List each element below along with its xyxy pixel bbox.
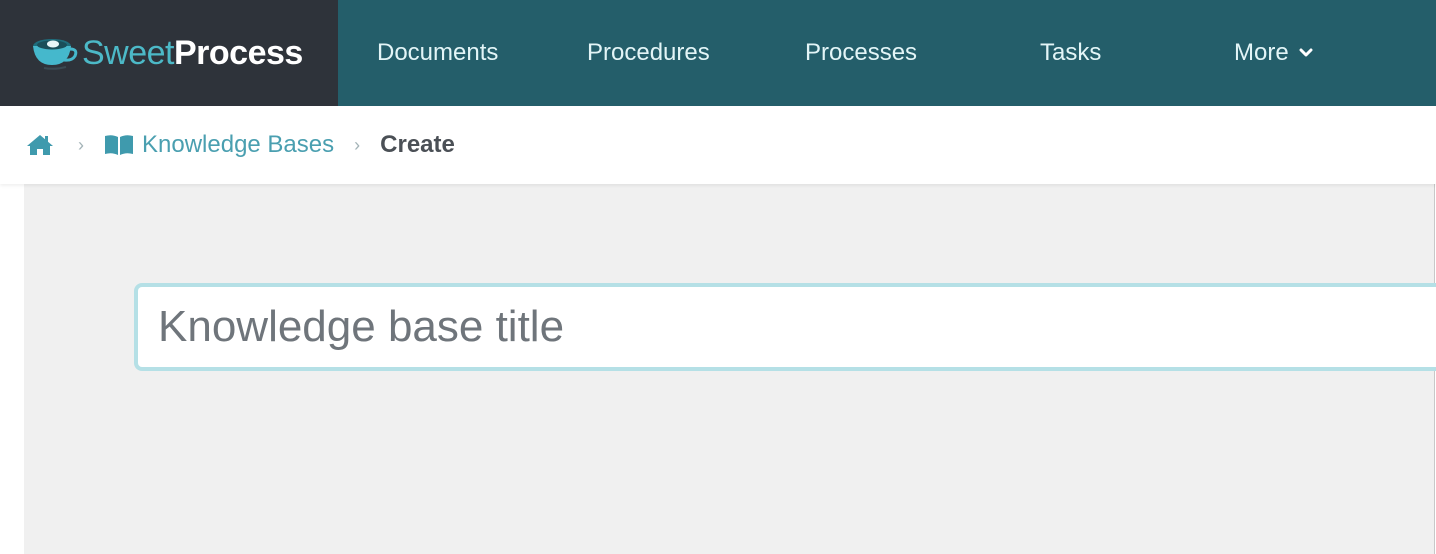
breadcrumb-knowledge-bases-label: Knowledge Bases [142,131,335,158]
nav-item-documents[interactable]: Documents [377,0,498,106]
brand-logo[interactable]: SweetProcess [0,0,338,106]
home-icon[interactable] [26,133,54,157]
breadcrumb-current: Create [380,131,455,158]
chevron-down-icon [1299,48,1313,57]
breadcrumb-separator: › [78,134,84,155]
brand-name-second: Process [174,34,303,72]
main-content [24,184,1436,554]
nav-item-procedures[interactable]: Procedures [587,0,710,106]
knowledge-base-title-input[interactable] [134,283,1436,371]
brand-name-first: Sweet [82,34,175,72]
top-navigation-bar: SweetProcess Documents Procedures Proces… [0,0,1436,106]
nav-item-more[interactable]: More [1234,0,1313,106]
book-icon [105,135,133,155]
nav-item-processes[interactable]: Processes [805,0,917,106]
breadcrumb-separator: › [354,134,361,155]
nav-item-tasks[interactable]: Tasks [1040,0,1101,106]
main-nav: Documents Procedures Processes Tasks Mor… [338,0,1436,106]
breadcrumb: › Knowledge Bases › Create [0,106,1436,184]
nav-item-more-label: More [1234,39,1289,66]
coffee-cup-icon [33,39,78,70]
brand-name: SweetProcess [82,36,303,70]
breadcrumb-knowledge-bases[interactable]: Knowledge Bases [104,131,334,159]
